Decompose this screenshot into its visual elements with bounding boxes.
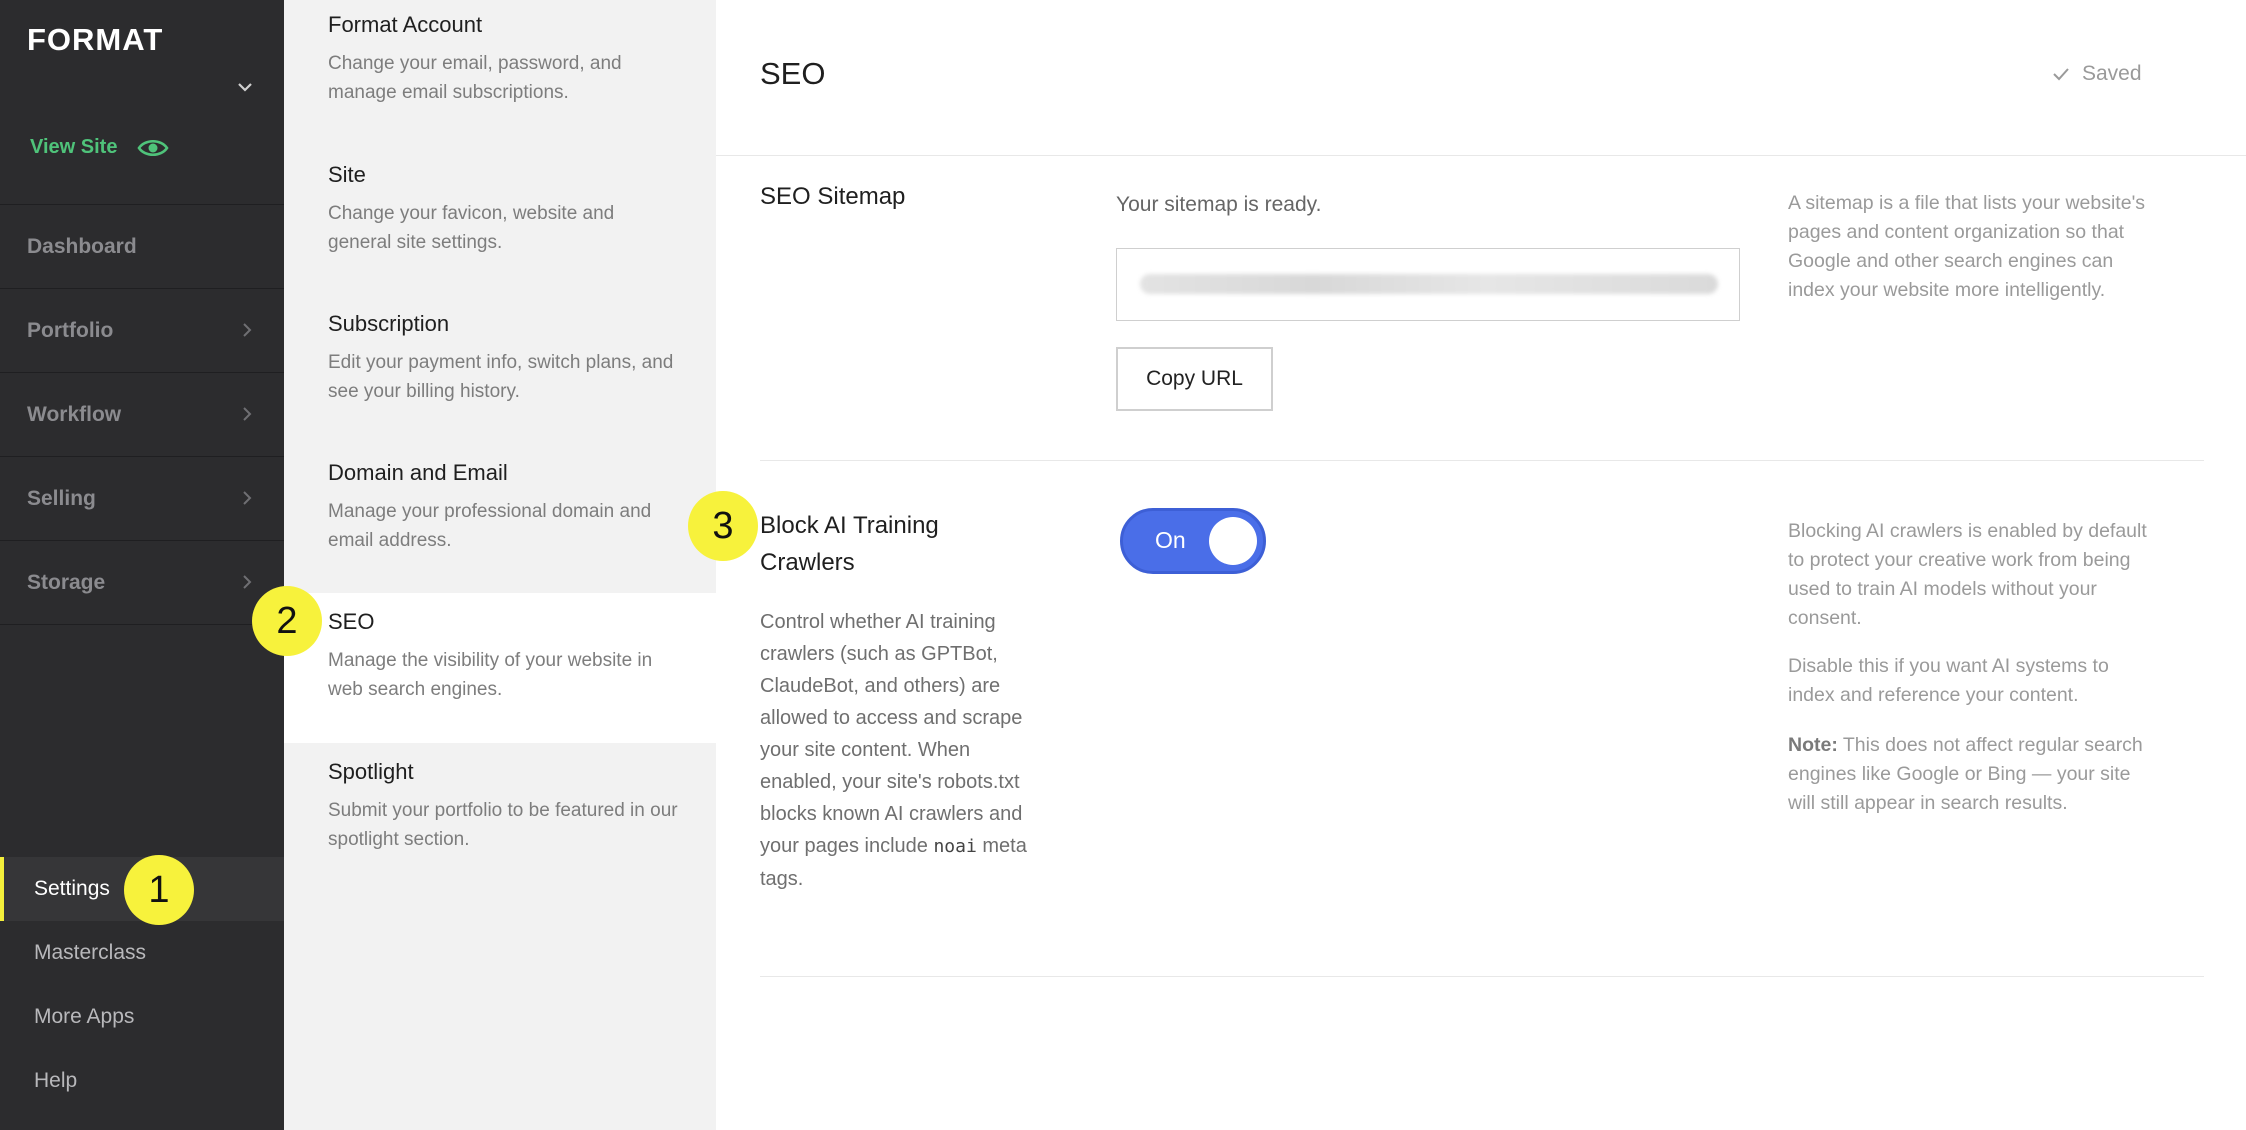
settings-item-subscription[interactable]: Subscription Edit your payment info, swi… <box>284 309 716 449</box>
copy-url-button[interactable]: Copy URL <box>1116 347 1273 411</box>
settings-item-desc: Change your email, password, and manage … <box>328 53 622 103</box>
section-divider <box>760 460 2204 461</box>
settings-item-title: Site <box>328 162 366 187</box>
settings-item-domain-and-email[interactable]: Domain and Email Manage your professiona… <box>284 458 716 593</box>
sidebar-item-dashboard[interactable]: Dashboard <box>0 204 284 288</box>
settings-item-site[interactable]: Site Change your favicon, website and ge… <box>284 160 716 300</box>
sidebar-item-label: Dashboard <box>27 234 137 258</box>
block-ai-help-text: Blocking AI crawlers is enabled by defau… <box>1788 520 2147 629</box>
sitemap-section-title: SEO Sitemap <box>760 183 906 210</box>
sidebar-item-masterclass[interactable]: Masterclass <box>0 921 284 985</box>
note-label: Note: <box>1788 734 1838 756</box>
chevron-down-icon[interactable] <box>234 76 256 98</box>
chevron-right-icon <box>243 323 252 337</box>
save-status: Saved <box>2052 62 2142 86</box>
sitemap-help-text: A sitemap is a file that lists your webs… <box>1788 192 2146 301</box>
sidebar-item-label: Storage <box>27 570 106 594</box>
settings-item-desc: Manage the visibility of your website in… <box>328 650 653 700</box>
seo-settings-panel: SEO Saved SEO Sitemap Your sitemap is re… <box>716 0 2246 1130</box>
note-text: This does not affect regular search engi… <box>1788 734 2143 814</box>
sidebar-item-portfolio[interactable]: Portfolio <box>0 288 284 372</box>
settings-item-title: Domain and Email <box>328 460 508 485</box>
block-ai-toggle[interactable]: On <box>1120 508 1266 574</box>
settings-item-desc: Edit your payment info, switch plans, an… <box>328 352 674 402</box>
settings-item-title: Format Account <box>328 12 483 37</box>
sidebar-item-more-apps[interactable]: More Apps <box>0 985 284 1049</box>
callout-badge-1: 1 <box>124 855 194 925</box>
chevron-right-icon <box>243 575 252 589</box>
settings-item-spotlight[interactable]: Spotlight Submit your portfolio to be fe… <box>284 757 716 897</box>
toggle-knob <box>1209 517 1257 565</box>
block-ai-disable-text: Disable this if you want AI systems to i… <box>1788 655 2109 706</box>
noai-code: noai <box>933 836 977 857</box>
settings-item-title: SEO <box>328 609 375 634</box>
sidebar-item-storage[interactable]: Storage <box>0 540 284 624</box>
sidebar-item-label: Workflow <box>27 402 122 426</box>
sidebar-item-label: Settings <box>34 877 110 900</box>
sitemap-url-redacted <box>1140 274 1718 294</box>
block-ai-note: Note: This does not affect regular searc… <box>1788 731 2158 818</box>
header-divider <box>716 155 2246 156</box>
sidebar-item-label: Help <box>34 1069 78 1092</box>
block-ai-description: Control whether AI training crawlers (su… <box>760 606 1030 895</box>
sidebar-item-label: More Apps <box>34 1005 135 1028</box>
sidebar-item-selling[interactable]: Selling <box>0 456 284 540</box>
chevron-right-icon <box>243 491 252 505</box>
format-logo[interactable]: FORMAT <box>27 22 163 58</box>
sidebar-item-workflow[interactable]: Workflow <box>0 372 284 456</box>
block-ai-section-title: Block AI Training Crawlers <box>760 512 939 576</box>
callout-badge-3: 3 <box>688 491 758 561</box>
checkmark-icon <box>2053 68 2069 81</box>
settings-item-title: Spotlight <box>328 759 414 784</box>
sitemap-ready-text: Your sitemap is ready. <box>1116 193 1322 216</box>
toggle-label: On <box>1155 527 1186 553</box>
view-site-link[interactable]: View Site <box>30 136 170 159</box>
page-title: SEO <box>760 56 826 91</box>
settings-item-title: Subscription <box>328 311 450 336</box>
sidebar-divider <box>0 624 284 625</box>
sidebar-item-label: Selling <box>27 486 96 510</box>
block-ai-desc-text: Control whether AI training crawlers (su… <box>760 611 1023 857</box>
sidebar-item-label: Masterclass <box>34 941 147 964</box>
settings-item-desc: Submit your portfolio to be featured in … <box>328 800 678 850</box>
settings-item-desc: Change your favicon, website and general… <box>328 203 615 253</box>
section-divider <box>760 976 2204 977</box>
callout-badge-2: 2 <box>252 586 322 656</box>
sidebar-item-help[interactable]: Help <box>0 1049 284 1113</box>
settings-item-desc: Manage your professional domain and emai… <box>328 501 652 551</box>
main-sidebar: FORMAT View Site Dashboard Portfolio Wor… <box>0 0 284 1130</box>
settings-menu: Format Account Change your email, passwo… <box>284 0 716 1130</box>
save-status-label: Saved <box>2082 62 2142 85</box>
settings-item-seo[interactable]: SEO Manage the visibility of your websit… <box>284 593 716 743</box>
settings-item-format-account[interactable]: Format Account Change your email, passwo… <box>284 10 716 150</box>
chevron-right-icon <box>243 407 252 421</box>
view-site-label: View Site <box>30 136 118 158</box>
eye-icon <box>137 139 170 156</box>
sidebar-item-label: Portfolio <box>27 318 114 342</box>
